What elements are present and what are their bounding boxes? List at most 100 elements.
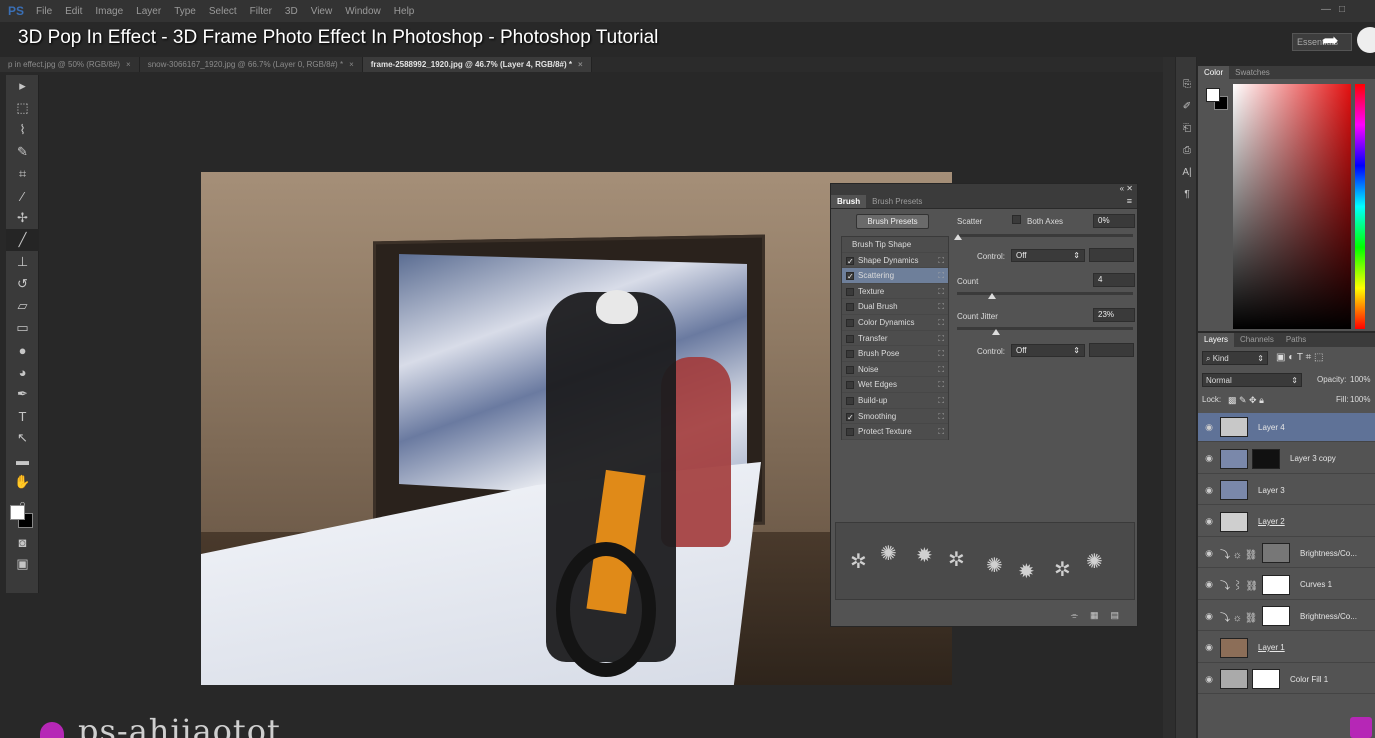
menu-item-select[interactable]: Select <box>209 6 237 17</box>
path-selection-tool-icon[interactable]: ↖ <box>6 427 39 449</box>
menu-item-layer[interactable]: Layer <box>136 6 161 17</box>
spot-healing-tool-icon[interactable]: ✢ <box>6 207 39 229</box>
eye-icon[interactable]: ◉ <box>1198 579 1220 590</box>
brush-option-shape-dynamics[interactable]: ✓ Shape Dynamics ⛶ <box>842 253 948 269</box>
checkbox[interactable] <box>846 334 854 343</box>
layer-mask-thumbnail[interactable] <box>1252 448 1280 469</box>
grid-icon[interactable]: ▦ <box>1090 610 1099 621</box>
layer-thumbnail[interactable] <box>1220 511 1248 532</box>
eye-icon[interactable]: ◉ <box>1198 674 1220 685</box>
menu-item-edit[interactable]: Edit <box>65 6 82 17</box>
lock-icon[interactable]: ⛶ <box>938 346 944 362</box>
layer-row[interactable]: ◉ ⤵ ⌇ ⛓ Curves 1 <box>1198 571 1375 600</box>
layer-row[interactable]: ◉ Color Fill 1 <box>1198 665 1375 694</box>
brush-option-color-dynamics[interactable]: Color Dynamics ⛶ <box>842 315 948 331</box>
close-icon[interactable]: × <box>349 60 354 69</box>
tab-paths[interactable]: Paths <box>1280 333 1312 347</box>
layer-row[interactable]: ◉ ⤵ ☼ ⛓ Brightness/Co... <box>1198 539 1375 568</box>
layer-mask-thumbnail[interactable] <box>1262 574 1290 595</box>
quick-selection-tool-icon[interactable]: ✎ <box>6 141 39 163</box>
lock-icon[interactable]: ⛶ <box>938 409 944 425</box>
scatter-slider[interactable] <box>957 234 1133 237</box>
menu-item-filter[interactable]: Filter <box>250 6 272 17</box>
paragraph-icon[interactable]: ¶ <box>1176 183 1198 205</box>
eye-icon[interactable]: ◉ <box>1198 642 1220 653</box>
checkbox[interactable]: ✓ <box>846 272 854 281</box>
count-jitter-value-field[interactable]: 23% <box>1093 308 1135 322</box>
collapse-close-icon[interactable]: « ✕ <box>1120 184 1133 193</box>
brush-option-smoothing[interactable]: ✓ Smoothing ⛶ <box>842 409 948 425</box>
fill-value[interactable]: 100% <box>1350 393 1370 407</box>
layer-thumbnail[interactable] <box>1220 637 1248 658</box>
screen-mode-icon[interactable]: ▣ <box>6 553 39 575</box>
count-slider[interactable] <box>957 292 1133 295</box>
control-value-field-2[interactable] <box>1089 343 1134 357</box>
eraser-tool-icon[interactable]: ▱ <box>6 295 39 317</box>
lock-icon[interactable]: ⛶ <box>938 284 944 300</box>
panel-titlebar[interactable]: « ✕ <box>831 184 1137 195</box>
both-axes-checkbox[interactable] <box>1012 215 1021 224</box>
opacity-value[interactable]: 100% <box>1350 373 1370 387</box>
tab-snow[interactable]: snow-3066167_1920.jpg @ 66.7% (Layer 0, … <box>139 57 363 72</box>
brush-option-texture[interactable]: Texture ⛶ <box>842 284 948 300</box>
layer-row[interactable]: ◉ ⤵ ☼ ⛓ Brightness/Co... <box>1198 602 1375 631</box>
hand-tool-icon[interactable]: ✋ <box>6 471 39 493</box>
tab-brush[interactable]: Brush <box>831 195 867 208</box>
blend-mode-dropdown[interactable]: Normal ⇕ <box>1202 373 1302 387</box>
checkbox[interactable] <box>846 318 854 327</box>
checkbox[interactable] <box>846 428 854 437</box>
brush-visibility-icon[interactable]: ⌯ <box>1071 610 1078 621</box>
count-slider-thumb[interactable] <box>988 293 996 299</box>
history-icon[interactable]: ⎘ <box>1176 73 1198 95</box>
tab-channels[interactable]: Channels <box>1234 333 1280 347</box>
brush-option-brush-pose[interactable]: Brush Pose ⛶ <box>842 346 948 362</box>
lock-icon[interactable]: ⛶ <box>938 331 944 347</box>
tab-color[interactable]: Color <box>1198 66 1230 79</box>
character-icon[interactable]: A| <box>1176 161 1198 183</box>
checkbox[interactable]: ✓ <box>846 412 854 421</box>
history-brush-tool-icon[interactable]: ↺ <box>6 273 39 295</box>
lasso-tool-icon[interactable]: ⌇ <box>6 119 39 141</box>
lock-icon[interactable]: ⛶ <box>938 253 944 269</box>
marquee-tool-icon[interactable]: ⬚ <box>6 97 39 119</box>
brush-presets-button[interactable]: Brush Presets <box>856 214 929 229</box>
layer-row[interactable]: ◉ Layer 4 <box>1198 413 1375 442</box>
checkbox[interactable] <box>846 303 854 312</box>
count-value-field[interactable]: 4 <box>1093 273 1135 287</box>
hue-slider[interactable] <box>1355 84 1365 329</box>
tool-preset-icon[interactable]: ⎙ <box>1176 139 1198 161</box>
menu-item-view[interactable]: View <box>311 6 333 17</box>
eye-icon[interactable]: ◉ <box>1198 422 1220 433</box>
dodge-tool-icon[interactable]: ◕ <box>6 361 39 383</box>
lock-icon[interactable]: ⛶ <box>938 424 944 440</box>
tab-frame[interactable]: frame-2588992_1920.jpg @ 46.7% (Layer 4,… <box>362 57 592 72</box>
checkbox[interactable] <box>846 365 854 374</box>
menu-item-help[interactable]: Help <box>394 6 415 17</box>
restore-button[interactable]: □ <box>1339 4 1345 15</box>
type-tool-icon[interactable]: T <box>6 405 39 427</box>
layer-thumbnail[interactable] <box>1220 417 1248 437</box>
scatter-value-field[interactable]: 0% <box>1093 214 1135 228</box>
checkbox[interactable]: ✓ <box>846 256 854 265</box>
foreground-color-swatch[interactable] <box>10 505 25 520</box>
brush-option-protect-texture[interactable]: Protect Texture ⛶ <box>842 424 948 440</box>
layer-filter-icons[interactable]: ▣ ◐ T ⌗ ⬚ <box>1276 351 1372 365</box>
checkbox[interactable] <box>846 396 854 405</box>
count-jitter-slider-thumb[interactable] <box>992 329 1000 335</box>
brush-preset-icon[interactable]: ✐ <box>1176 95 1198 117</box>
close-icon[interactable]: × <box>578 60 583 69</box>
lock-icons[interactable]: ▩ ✎ ✥ 🔒︎ <box>1228 393 1264 407</box>
move-tool-icon[interactable]: ▸ <box>6 75 39 97</box>
eye-icon[interactable]: ◉ <box>1198 611 1220 622</box>
layer-thumbnail[interactable] <box>1220 480 1248 500</box>
lock-icon[interactable]: ⛶ <box>938 393 944 409</box>
lock-icon[interactable]: ⛶ <box>938 268 944 284</box>
count-jitter-slider[interactable] <box>957 327 1133 330</box>
close-icon[interactable]: × <box>126 60 131 69</box>
layer-row[interactable]: ◉ Layer 3 copy <box>1198 445 1375 474</box>
pen-tool-icon[interactable]: ✒ <box>6 383 39 405</box>
lock-icon[interactable]: ⛶ <box>938 315 944 331</box>
fg-bg-color-swatches[interactable] <box>10 505 34 529</box>
layer-mask-thumbnail[interactable] <box>1262 543 1290 563</box>
blur-tool-icon[interactable]: ● <box>6 339 39 361</box>
